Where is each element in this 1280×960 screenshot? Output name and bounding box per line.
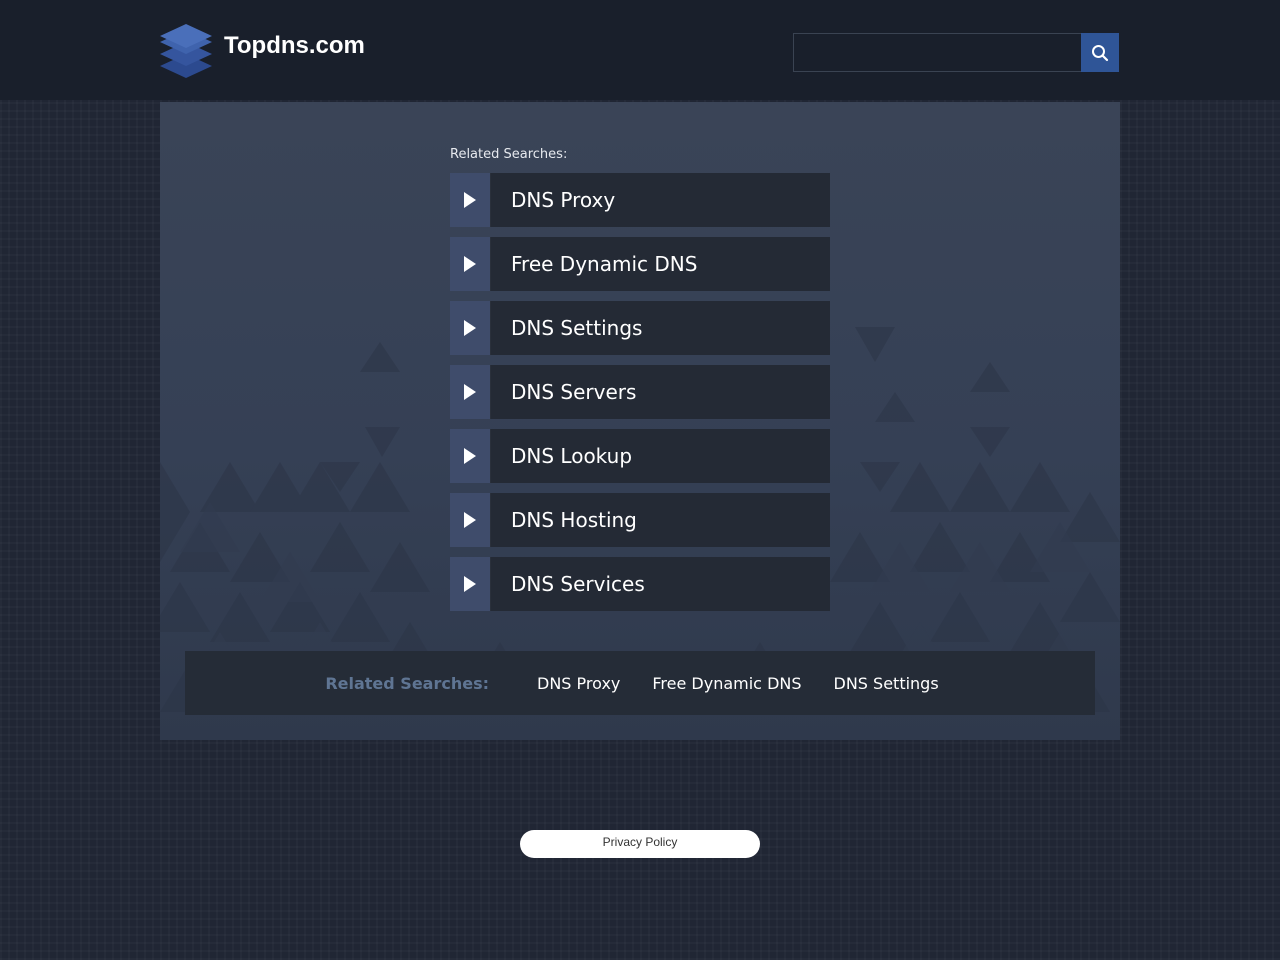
related-link-item[interactable]: DNS Settings	[450, 301, 830, 355]
bottom-related-link[interactable]: DNS Settings	[834, 674, 939, 693]
site-logo[interactable]: Topdns.com	[158, 18, 365, 82]
related-link-item[interactable]: DNS Proxy	[450, 173, 830, 227]
play-arrow-icon	[464, 448, 476, 464]
related-link-label: DNS Proxy	[511, 188, 616, 212]
stacked-layers-icon	[160, 24, 212, 78]
arrow-box	[450, 557, 490, 611]
link-label-box: Free Dynamic DNS	[490, 237, 830, 291]
related-link-label: Free Dynamic DNS	[511, 252, 698, 276]
privacy-policy-link[interactable]: Privacy Policy	[603, 835, 678, 849]
play-arrow-icon	[464, 192, 476, 208]
link-label-box: DNS Servers	[490, 365, 830, 419]
arrow-box	[450, 301, 490, 355]
play-arrow-icon	[464, 320, 476, 336]
related-links-list: DNS Proxy Free Dynamic DNS DNS Settings	[450, 173, 830, 621]
play-arrow-icon	[464, 384, 476, 400]
arrow-box	[450, 237, 490, 291]
play-arrow-icon	[464, 256, 476, 272]
logo-text: Topdns.com	[224, 32, 365, 59]
arrow-box	[450, 365, 490, 419]
link-label-box: DNS Hosting	[490, 493, 830, 547]
related-link-item[interactable]: DNS Lookup	[450, 429, 830, 483]
related-link-item[interactable]: Free Dynamic DNS	[450, 237, 830, 291]
bottom-related-link[interactable]: DNS Proxy	[537, 674, 620, 693]
bottom-related-bar: Related Searches: DNS Proxy Free Dynamic…	[185, 651, 1095, 715]
search-form	[793, 33, 1119, 72]
privacy-policy-pill[interactable]: Privacy Policy	[520, 830, 760, 858]
arrow-box	[450, 493, 490, 547]
related-link-item[interactable]: DNS Services	[450, 557, 830, 611]
related-link-label: DNS Lookup	[511, 444, 633, 468]
arrow-box	[450, 429, 490, 483]
site-header: Topdns.com	[0, 0, 1280, 100]
main-panel: Related Searches: DNS Proxy Free Dynamic…	[160, 102, 1120, 740]
related-link-label: DNS Hosting	[511, 508, 637, 532]
related-link-label: DNS Settings	[511, 316, 643, 340]
search-icon	[1092, 44, 1109, 61]
search-button[interactable]	[1081, 33, 1119, 72]
related-link-item[interactable]: DNS Servers	[450, 365, 830, 419]
link-label-box: DNS Services	[490, 557, 830, 611]
link-label-box: DNS Settings	[490, 301, 830, 355]
search-input[interactable]	[793, 33, 1081, 72]
related-link-label: DNS Servers	[511, 380, 637, 404]
related-link-label: DNS Services	[511, 572, 645, 596]
related-link-item[interactable]: DNS Hosting	[450, 493, 830, 547]
bottom-related-label: Related Searches:	[325, 673, 490, 693]
related-searches-label: Related Searches:	[450, 147, 568, 162]
play-arrow-icon	[464, 512, 476, 528]
bottom-related-link[interactable]: Free Dynamic DNS	[652, 674, 801, 693]
link-label-box: DNS Proxy	[490, 173, 830, 227]
arrow-box	[450, 173, 490, 227]
link-label-box: DNS Lookup	[490, 429, 830, 483]
play-arrow-icon	[464, 576, 476, 592]
